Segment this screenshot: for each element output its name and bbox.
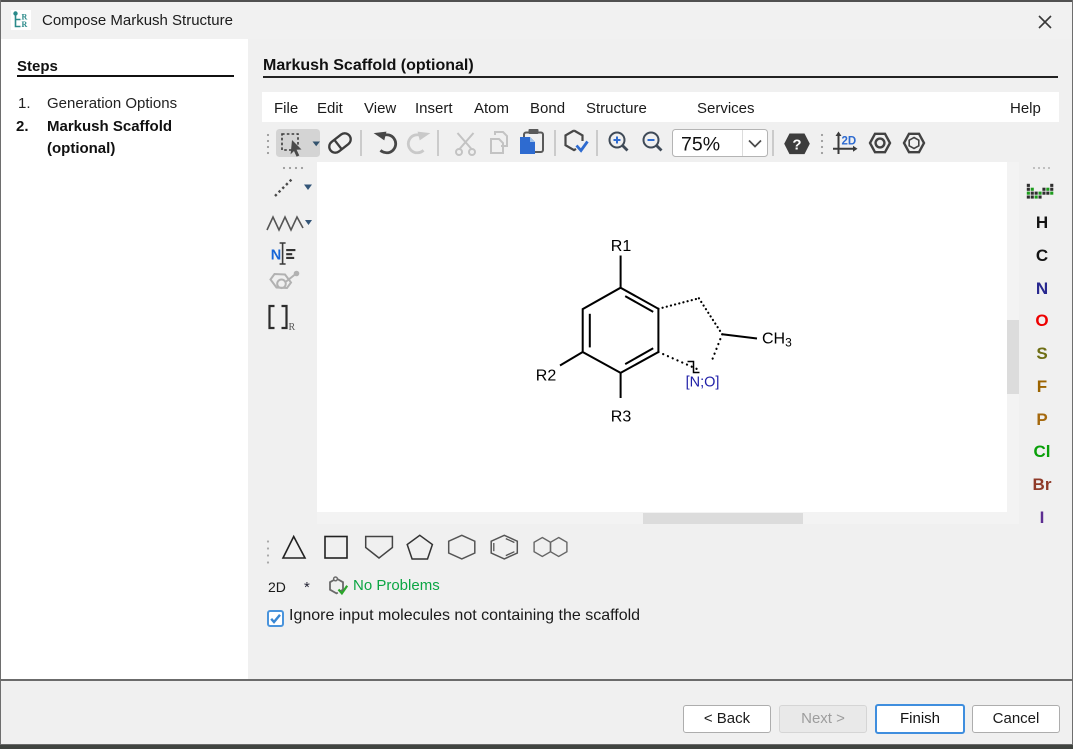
- svg-text:CH3: CH3: [762, 331, 792, 350]
- svg-text:R: R: [289, 322, 296, 333]
- svg-text:2D: 2D: [842, 136, 857, 148]
- svg-text:?: ?: [792, 137, 801, 154]
- svg-text:R3: R3: [611, 409, 632, 426]
- svg-text:N: N: [271, 247, 281, 263]
- svg-text:75%: 75%: [681, 133, 720, 155]
- svg-text:R1: R1: [611, 238, 632, 255]
- svg-text:R: R: [22, 20, 28, 29]
- svg-text:R2: R2: [536, 368, 557, 385]
- svg-text:[N;O]: [N;O]: [686, 375, 720, 391]
